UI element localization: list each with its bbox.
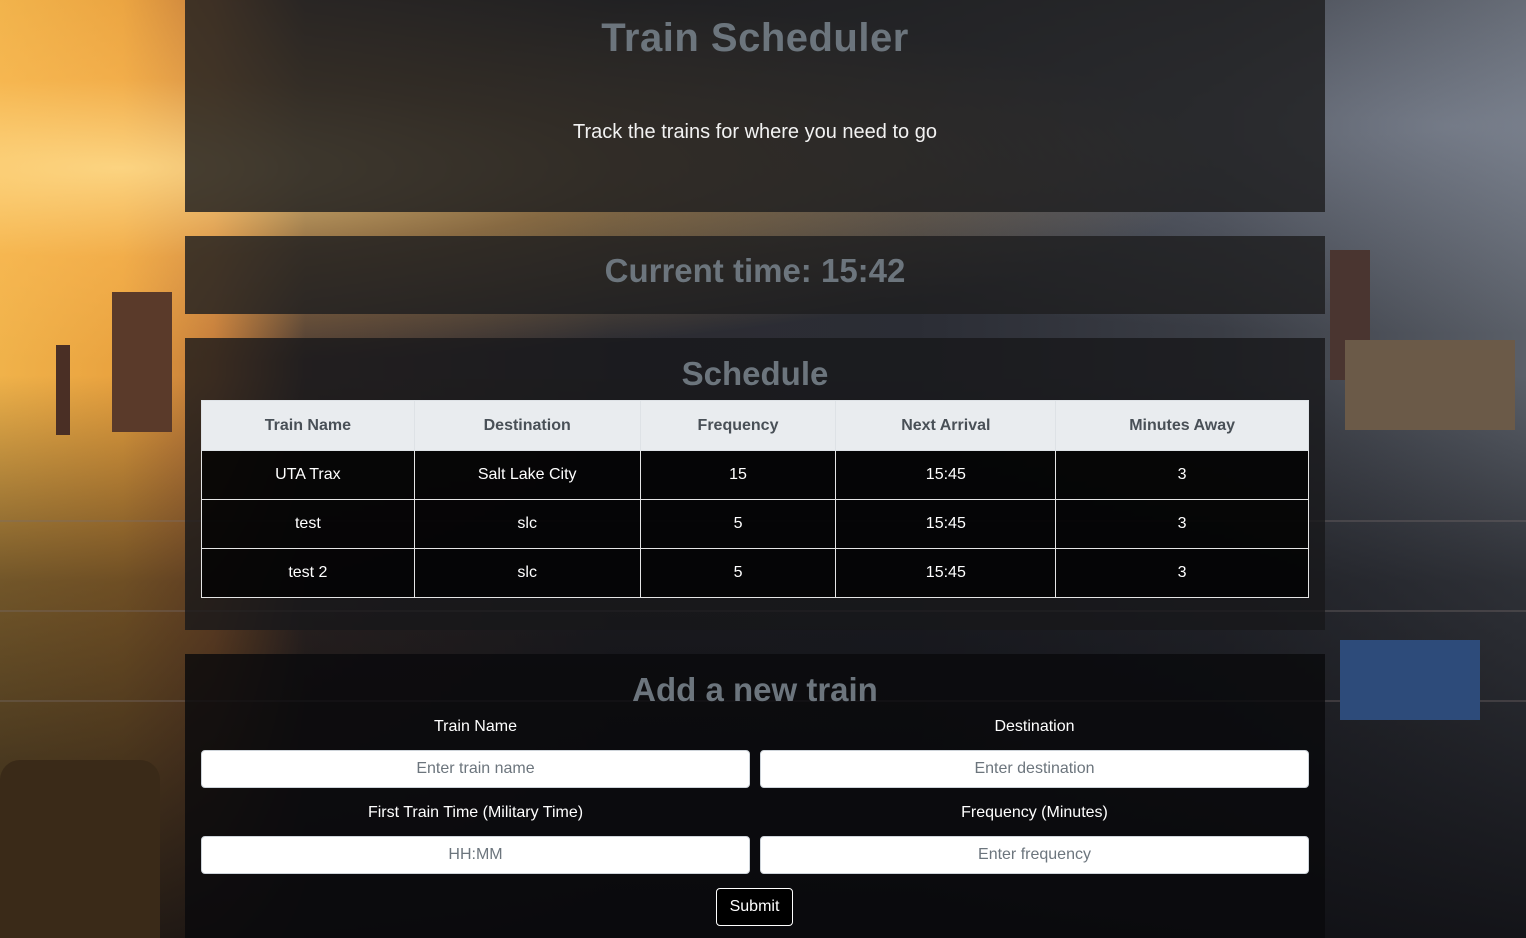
- cell-minutes-away: 3: [1055, 548, 1309, 598]
- submit-button[interactable]: Submit: [716, 888, 793, 926]
- train-name-group: Train Name: [201, 718, 750, 788]
- cell-frequency: 5: [639, 548, 837, 598]
- frequency-input[interactable]: [760, 836, 1309, 874]
- cell-destination: Salt Lake City: [413, 450, 641, 500]
- cell-next-arrival: 15:45: [835, 499, 1057, 549]
- add-train-form: Add a new train Train Name Destination F…: [185, 654, 1325, 938]
- schedule-table: Train Name Destination Frequency Next Ar…: [201, 400, 1309, 598]
- column-header-frequency: Frequency: [639, 400, 837, 451]
- destination-input[interactable]: [760, 750, 1309, 788]
- column-header-next-arrival: Next Arrival: [835, 400, 1057, 451]
- page-subtitle: Track the trains for where you need to g…: [573, 121, 937, 143]
- cell-next-arrival: 15:45: [835, 450, 1057, 500]
- destination-label: Destination: [994, 718, 1075, 735]
- add-train-heading: Add a new train: [632, 671, 878, 708]
- cell-destination: slc: [413, 499, 641, 549]
- cell-train-name: UTA Trax: [201, 450, 415, 500]
- cell-minutes-away: 3: [1055, 450, 1309, 500]
- header-jumbotron: Train Scheduler Track the trains for whe…: [185, 0, 1325, 212]
- cell-train-name: test: [201, 499, 415, 549]
- schedule-panel: Schedule Train Name Destination Frequenc…: [185, 338, 1325, 630]
- train-name-label: Train Name: [434, 718, 517, 735]
- destination-group: Destination: [760, 718, 1309, 788]
- frequency-group: Frequency (Minutes): [760, 804, 1309, 874]
- table-row: test slc 5 15:45 3: [201, 499, 1309, 549]
- first-train-time-input[interactable]: [201, 836, 750, 874]
- cell-next-arrival: 15:45: [835, 548, 1057, 598]
- column-header-train-name: Train Name: [201, 400, 415, 451]
- cell-train-name: test 2: [201, 548, 415, 598]
- table-row: test 2 slc 5 15:45 3: [201, 548, 1309, 598]
- column-header-destination: Destination: [413, 400, 641, 451]
- first-train-time-group: First Train Time (Military Time): [201, 804, 750, 874]
- cell-frequency: 15: [639, 450, 837, 500]
- current-time-display: Current time: 15:42: [604, 252, 906, 289]
- page-title: Train Scheduler: [601, 16, 909, 60]
- cell-minutes-away: 3: [1055, 499, 1309, 549]
- table-row: UTA Trax Salt Lake City 15 15:45 3: [201, 450, 1309, 500]
- schedule-heading: Schedule: [681, 355, 829, 392]
- table-header-row: Train Name Destination Frequency Next Ar…: [201, 400, 1309, 451]
- cell-frequency: 5: [639, 499, 837, 549]
- train-name-input[interactable]: [201, 750, 750, 788]
- current-time-panel: Current time: 15:42: [185, 236, 1325, 314]
- first-train-time-label: First Train Time (Military Time): [367, 804, 584, 821]
- column-header-minutes-away: Minutes Away: [1055, 400, 1309, 451]
- cell-destination: slc: [413, 548, 641, 598]
- frequency-label: Frequency (Minutes): [961, 804, 1108, 821]
